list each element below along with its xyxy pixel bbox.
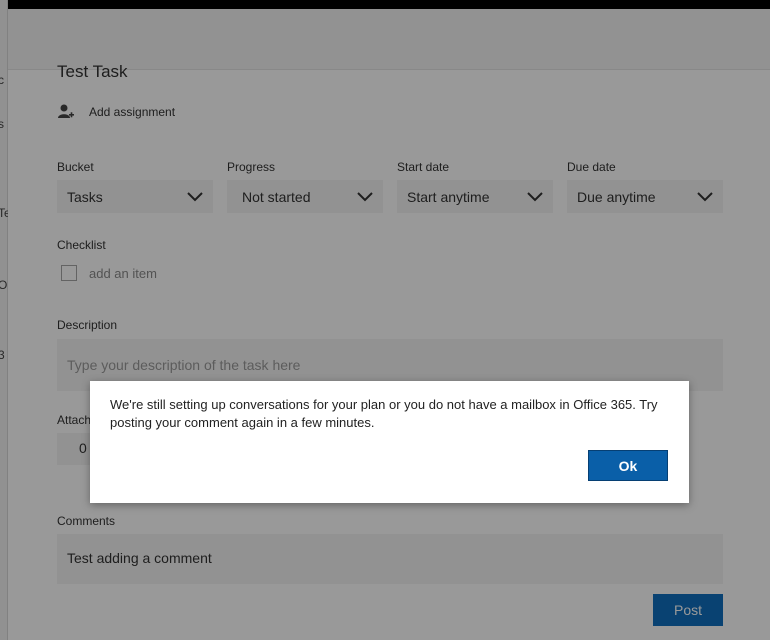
attachments-label: Attach: [57, 413, 92, 427]
start-date-value: Start anytime: [407, 188, 490, 205]
chevron-down-icon: [357, 191, 373, 201]
top-bar: [0, 0, 770, 9]
due-date-value: Due anytime: [577, 188, 656, 205]
start-date-label: Start date: [397, 160, 450, 174]
progress-dropdown[interactable]: Not started: [227, 180, 383, 213]
checklist-placeholder: add an item: [89, 265, 157, 281]
left-strip-fragment: c: [0, 73, 4, 87]
task-panel-header: [8, 9, 770, 70]
progress-label: Progress: [227, 160, 276, 174]
error-dialog: We're still setting up conversations for…: [90, 381, 689, 503]
dialog-message: We're still setting up conversations for…: [110, 397, 658, 430]
add-person-icon: [58, 104, 74, 118]
due-date-dropdown[interactable]: Due anytime: [567, 180, 723, 213]
bucket-label: Bucket: [57, 160, 94, 174]
chevron-down-icon: [697, 191, 713, 201]
paperclip-icon: 0: [79, 440, 87, 456]
due-date-label: Due date: [567, 160, 616, 174]
checklist-add-item[interactable]: add an item: [61, 265, 157, 281]
post-button[interactable]: Post: [653, 594, 723, 626]
checklist-label: Checklist: [57, 238, 106, 252]
start-date-dropdown[interactable]: Start anytime: [397, 180, 553, 213]
chevron-down-icon: [187, 191, 203, 201]
task-title[interactable]: Test Task: [57, 62, 128, 82]
comment-input[interactable]: Test adding a comment: [57, 534, 723, 584]
bucket-dropdown[interactable]: Tasks: [57, 180, 213, 213]
chevron-down-icon: [527, 191, 543, 201]
bucket-value: Tasks: [67, 188, 103, 205]
left-strip-fragment: 3: [0, 348, 5, 362]
comments-label: Comments: [57, 514, 116, 528]
progress-value: Not started: [242, 188, 311, 205]
add-assignment-label: Add assignment: [89, 105, 176, 119]
task-details-panel: Test Task Add assignment Bucket Progress…: [8, 9, 770, 640]
add-assignment-button[interactable]: Add assignment: [57, 103, 175, 121]
checklist-checkbox[interactable]: [61, 265, 77, 281]
left-strip-fragment: O: [0, 278, 8, 292]
left-background-strip: c s Te O 3: [0, 0, 11, 640]
left-strip-fragment: s: [0, 117, 4, 131]
description-label: Description: [57, 318, 118, 332]
ok-button[interactable]: Ok: [588, 450, 668, 481]
